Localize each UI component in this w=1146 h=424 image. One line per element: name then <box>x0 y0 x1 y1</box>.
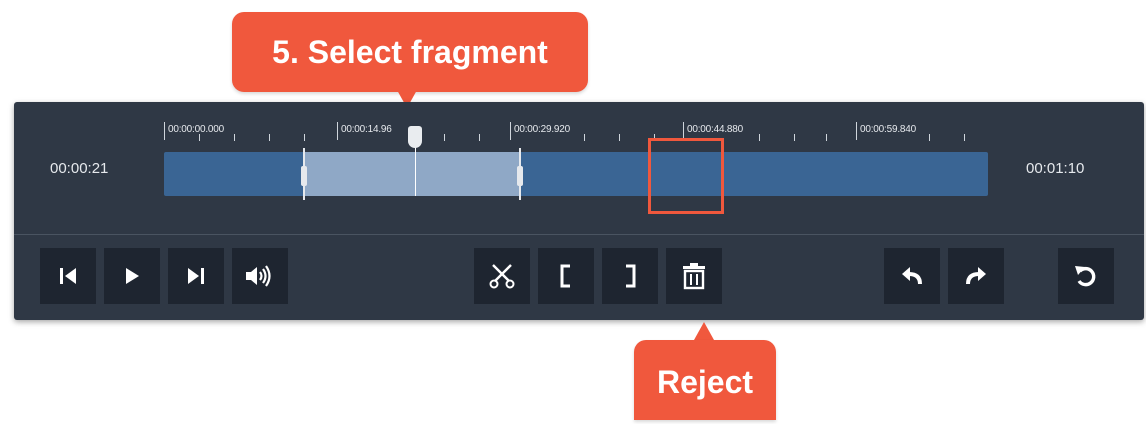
mark-in-button[interactable] <box>538 248 594 304</box>
undo-button[interactable] <box>884 248 940 304</box>
ruler-label: 00:00:44.880 <box>687 124 743 135</box>
next-frame-button[interactable] <box>168 248 224 304</box>
ruler-major-tick <box>510 122 511 140</box>
bracket-right-icon <box>626 264 636 288</box>
selection-end-handle[interactable] <box>517 166 523 186</box>
ruler-minor-tick <box>234 134 235 141</box>
ruler-minor-tick <box>826 134 827 141</box>
ruler-major-tick <box>683 122 684 140</box>
ruler-label: 00:00:29.920 <box>514 124 570 135</box>
mark-out-button[interactable] <box>602 248 658 304</box>
volume-button[interactable] <box>232 248 288 304</box>
ruler-minor-tick <box>304 134 305 141</box>
undo-icon <box>902 267 922 285</box>
editor-panel: 00:00:21 00:01:10 00:00:00.000 00:00:14.… <box>14 102 1144 320</box>
volume-icon <box>246 265 271 287</box>
ruler-label: 00:00:00.000 <box>168 124 224 135</box>
ruler-label: 00:00:14.96 <box>341 124 392 135</box>
ruler-minor-tick <box>964 134 965 141</box>
ruler-minor-tick <box>479 134 480 141</box>
ruler-minor-tick <box>619 134 620 141</box>
ruler-label: 00:00:59.840 <box>860 124 916 135</box>
timeline-area: 00:00:21 00:01:10 00:00:00.000 00:00:14.… <box>14 102 1144 234</box>
ruler-minor-tick <box>794 134 795 141</box>
selection-start-handle[interactable] <box>301 166 307 186</box>
reject-callout: Reject <box>634 340 776 420</box>
reject-button[interactable] <box>666 248 722 304</box>
bracket-left-icon <box>560 264 570 288</box>
ruler-minor-tick <box>269 134 270 141</box>
total-duration: 00:01:10 <box>1026 160 1085 177</box>
play-icon <box>126 268 139 284</box>
trash-icon <box>683 263 705 290</box>
panel-divider <box>14 234 1144 235</box>
ruler-major-tick <box>164 122 165 140</box>
reset-icon <box>1075 266 1096 287</box>
time-ruler[interactable]: 00:00:00.000 00:00:14.96 00:00:29.920 00… <box>164 122 1004 152</box>
video-track[interactable] <box>164 126 988 200</box>
ruler-minor-tick <box>654 134 655 141</box>
ruler-minor-tick <box>584 134 585 141</box>
skip-back-icon <box>60 268 76 284</box>
callout-pointer <box>694 322 714 340</box>
reset-button[interactable] <box>1058 248 1114 304</box>
previous-frame-button[interactable] <box>40 248 96 304</box>
ruler-minor-tick <box>444 134 445 141</box>
redo-icon <box>966 267 986 285</box>
ruler-minor-tick <box>199 134 200 141</box>
split-button[interactable] <box>474 248 530 304</box>
ruler-major-tick <box>856 122 857 140</box>
playhead-handle[interactable] <box>408 126 422 148</box>
play-button[interactable] <box>104 248 160 304</box>
redo-button[interactable] <box>948 248 1004 304</box>
skip-forward-icon <box>188 268 204 284</box>
current-time: 00:00:21 <box>50 160 109 177</box>
select-fragment-callout: 5. Select fragment <box>232 12 588 92</box>
ruler-minor-tick <box>929 134 930 141</box>
scissors-icon <box>489 264 515 289</box>
selected-fragment[interactable] <box>301 148 523 200</box>
ruler-minor-tick <box>759 134 760 141</box>
ruler-major-tick <box>337 122 338 140</box>
